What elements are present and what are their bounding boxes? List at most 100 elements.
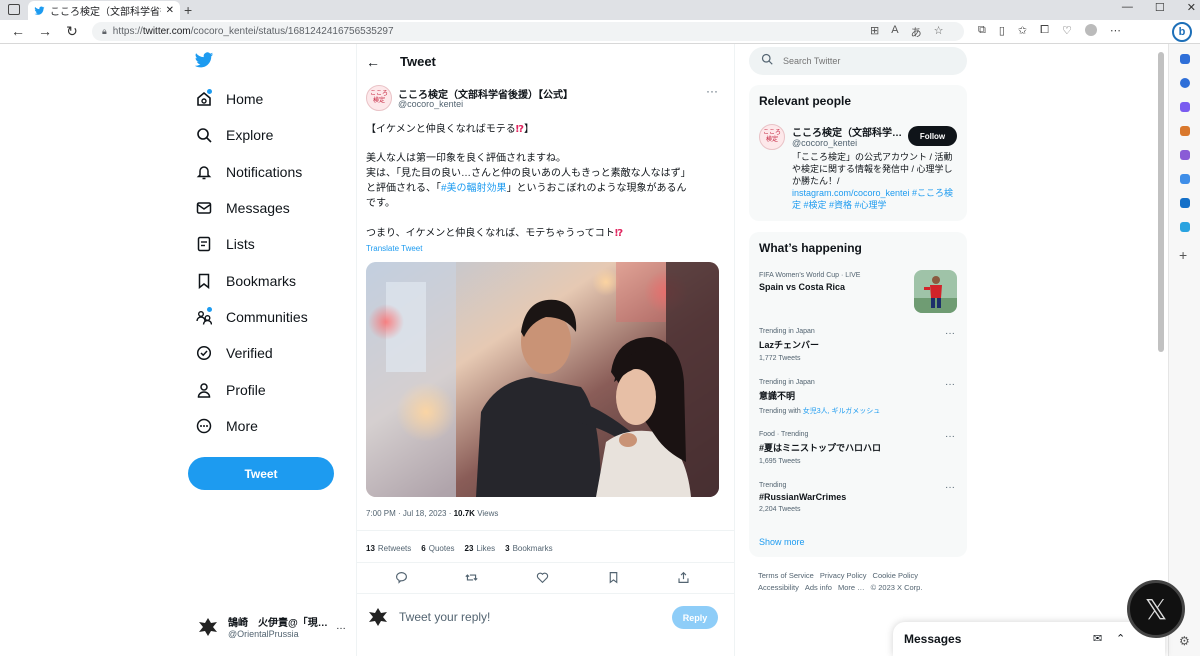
trend-item[interactable]: Trending in Japan 意識不明 Trending with 女児3… [759, 379, 959, 416]
search-sidebar-icon[interactable] [1180, 78, 1190, 88]
bio-link[interactable]: instagram.com/cocoro_kentei #こころ検定 #検定 #… [792, 188, 953, 210]
microsoft365-icon[interactable] [1180, 174, 1190, 184]
nav-verified[interactable]: Verified [196, 345, 273, 361]
stat-likes[interactable]: 23 Likes [465, 544, 496, 553]
maximize-icon[interactable]: ☐ [1155, 1, 1165, 14]
retweet-icon[interactable] [465, 571, 478, 587]
reply-button[interactable]: Reply [672, 606, 718, 629]
nav-messages[interactable]: Messages [196, 200, 290, 216]
send-icon[interactable] [1180, 222, 1190, 232]
favorites-icon[interactable]: ✩ [1018, 24, 1027, 37]
tweet-time[interactable]: 7:00 PM · Jul 18, 2023 · [366, 509, 454, 518]
trend-more-icon[interactable]: ··· [945, 482, 955, 493]
add-sidebar-icon[interactable]: + [1179, 247, 1187, 263]
games-icon[interactable] [1180, 150, 1190, 160]
extensions-icon[interactable]: ⧉ [978, 24, 986, 37]
shopping-icon[interactable] [1180, 102, 1190, 112]
hashtag-link[interactable]: #美の輻射効果 [441, 183, 507, 194]
tweet-more-icon[interactable]: ··· [706, 84, 718, 98]
browser-essentials-icon[interactable]: ♡ [1062, 24, 1072, 37]
relevant-person-avatar[interactable]: こころ 検定 [759, 124, 785, 150]
url-field[interactable]: 🔒︎ https://twitter.com/cocoro_kentei/sta… [92, 22, 964, 41]
like-heart-icon[interactable] [536, 571, 549, 587]
bing-copilot-icon[interactable]: b [1172, 22, 1192, 42]
nav-profile[interactable]: Profile [196, 382, 266, 398]
tweet-photo[interactable] [366, 262, 719, 497]
messages-drawer[interactable]: Messages ✉ ⌃ [893, 622, 1165, 656]
nav-bookmarks[interactable]: Bookmarks [196, 273, 296, 289]
browser-tab[interactable]: こころ検定（文部科学省後援）【公 ✕ [28, 1, 180, 20]
tweet-line: です。 [366, 198, 395, 209]
nav-communities[interactable]: Communities [196, 309, 308, 325]
translate-icon[interactable]: あ [911, 24, 922, 40]
trend-category: Trending in Japan [759, 328, 815, 335]
collections-icon[interactable]: ⧠ [1040, 24, 1049, 37]
collapse-chevron-icon[interactable]: ⌃ [1116, 632, 1125, 645]
account-switcher[interactable]: 鵠崎 火伊責@「現… @OrientalPrussia … [196, 614, 346, 639]
footer-ads-info[interactable]: Ads info [805, 583, 832, 592]
refresh-icon[interactable]: ↻ [62, 23, 82, 40]
reply-input[interactable]: Tweet your reply! [399, 610, 490, 624]
tab-actions-icon[interactable] [8, 4, 20, 15]
tweet-button[interactable]: Tweet [188, 457, 334, 490]
browser-tab-bar: こころ検定（文部科学省後援）【公 ✕ + — ☐ ✕ [0, 0, 1200, 20]
outlook-icon[interactable] [1180, 198, 1190, 208]
trend-with-links[interactable]: 女児3人, ギルガメッシュ [803, 408, 881, 415]
trend-item[interactable]: Food · Trending #夏はミニストップでハロハロ 1,695 Twe… [759, 431, 959, 465]
forward-icon[interactable]: → [35, 23, 55, 39]
footer-privacy[interactable]: Privacy Policy [820, 571, 867, 580]
author-handle[interactable]: @cocoro_kentei [398, 99, 463, 109]
tools-icon[interactable] [1180, 126, 1190, 136]
follow-button[interactable]: Follow [908, 126, 957, 146]
share-icon[interactable] [677, 571, 690, 587]
apps-icon[interactable]: ⊞ [870, 24, 879, 40]
new-message-icon[interactable]: ✉ [1093, 632, 1102, 645]
bookmark-action-icon[interactable] [607, 571, 620, 587]
profile-avatar-icon[interactable] [1084, 24, 1097, 36]
back-icon[interactable]: ← [8, 23, 28, 39]
author-avatar[interactable]: こころ 検定 [366, 85, 392, 111]
reply-icon[interactable] [395, 571, 408, 587]
trend-more-icon[interactable]: ··· [945, 379, 955, 390]
notifications-bell-icon[interactable] [1180, 54, 1190, 64]
sidebar-settings-icon[interactable]: ⚙ [1179, 634, 1190, 648]
url-path: /cocoro_kentei/status/168124241675653529… [190, 26, 394, 37]
stat-quotes[interactable]: 6 Quotes [421, 544, 454, 553]
footer-more[interactable]: More … [838, 583, 865, 592]
translate-tweet-link[interactable]: Translate Tweet [366, 244, 422, 253]
page-scrollbar[interactable] [1158, 52, 1164, 352]
new-tab-icon[interactable]: + [184, 2, 192, 18]
nav-notifications[interactable]: Notifications [196, 164, 302, 180]
stat-bookmarks[interactable]: 3 Bookmarks [505, 544, 552, 553]
trend-more-icon[interactable]: ··· [945, 431, 955, 442]
search-input[interactable] [783, 56, 953, 66]
relevant-person-handle[interactable]: @cocoro_kentei [792, 138, 857, 148]
footer-links: Terms of Service Privacy Policy Cookie Pol… [758, 570, 968, 594]
stat-retweets[interactable]: 13 Retweets [366, 544, 411, 553]
nav-lists[interactable]: Lists [196, 236, 255, 252]
read-aloud-icon[interactable]: A [891, 24, 898, 40]
footer-accessibility[interactable]: Accessibility [758, 583, 799, 592]
minimize-icon[interactable]: — [1122, 1, 1133, 14]
close-tab-icon[interactable]: ✕ [166, 5, 174, 16]
trend-item[interactable]: Trending #RussianWarCrimes 2,204 Tweets [759, 482, 959, 513]
footer-cookie[interactable]: Cookie Policy [873, 571, 918, 580]
trend-thumbnail[interactable] [914, 270, 957, 313]
split-screen-icon[interactable]: ▯ [999, 24, 1005, 37]
floating-x-logo-icon[interactable]: 𝕏 [1127, 580, 1185, 638]
relevant-person-name[interactable]: こころ検定（文部科学… [792, 124, 902, 139]
favorite-star-icon[interactable]: ☆ [934, 24, 944, 40]
search-box[interactable] [749, 47, 967, 75]
settings-more-icon[interactable]: ⋯ [1110, 24, 1121, 37]
twitter-logo-icon[interactable] [194, 52, 214, 74]
profile-icon [196, 382, 212, 398]
nav-explore[interactable]: Explore [196, 127, 273, 143]
trend-item[interactable]: Trending in Japan Lazチェンバー 1,772 Tweets [759, 328, 959, 362]
footer-terms[interactable]: Terms of Service [758, 571, 814, 580]
nav-more[interactable]: More [196, 418, 258, 434]
back-arrow-icon[interactable]: ← [366, 54, 380, 70]
show-more-link[interactable]: Show more [759, 537, 805, 547]
close-window-icon[interactable]: ✕ [1187, 1, 1196, 14]
nav-home[interactable]: Home [196, 91, 263, 107]
trend-more-icon[interactable]: ··· [945, 328, 955, 339]
